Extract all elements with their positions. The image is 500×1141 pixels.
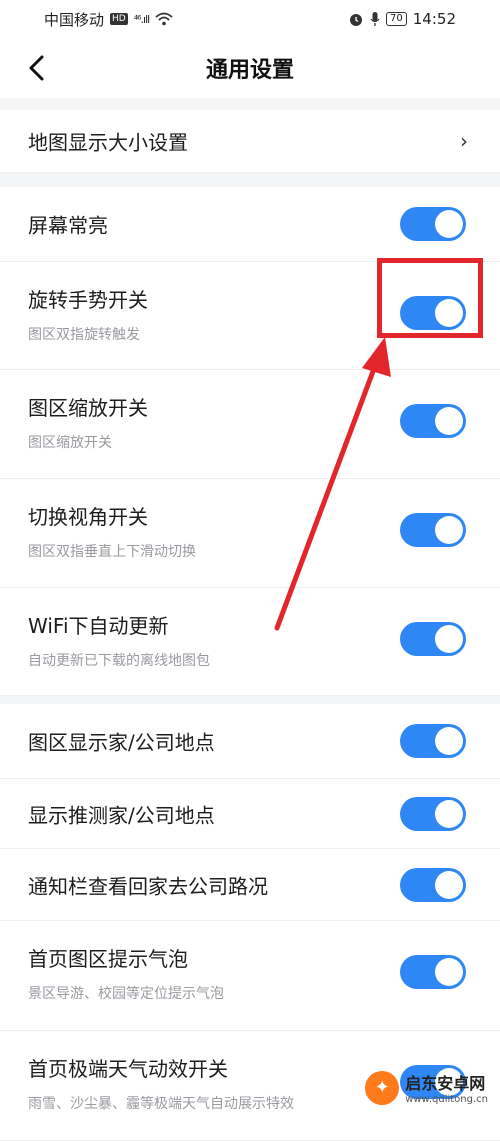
zoom-toggle[interactable] bbox=[400, 404, 466, 438]
view-angle-row: 切换视角开关 图区双指垂直上下滑动切换 bbox=[0, 479, 500, 588]
alarm-icon bbox=[350, 14, 363, 26]
setting-label: 屏幕常亮 bbox=[28, 213, 108, 238]
wifi-auto-update-toggle[interactable] bbox=[400, 622, 466, 656]
setting-label: 显示推测家/公司地点 bbox=[28, 803, 215, 827]
setting-description: 图区双指垂直上下滑动切换 bbox=[28, 544, 196, 560]
zoom-row: 图区缩放开关 图区缩放开关 bbox=[0, 370, 500, 479]
home-bubble-toggle[interactable] bbox=[400, 955, 466, 989]
chevron-right-icon: › bbox=[460, 129, 468, 153]
setting-description: 图区缩放开关 bbox=[28, 435, 112, 451]
notification-traffic-toggle[interactable] bbox=[400, 867, 466, 902]
nav-header: 通用设置 bbox=[0, 38, 500, 99]
setting-label: 通知栏查看回家去公司路况 bbox=[28, 874, 268, 898]
page-title: 通用设置 bbox=[205, 58, 294, 83]
map-size-setting-row[interactable]: 地图显示大小设置 › bbox=[0, 110, 500, 173]
show-home-company-row: 图区显示家/公司地点 bbox=[0, 704, 500, 779]
watermark-url: www.qdlitong.cn bbox=[405, 1094, 488, 1105]
setting-label: 切换视角开关 bbox=[28, 505, 148, 529]
wifi-auto-update-row: WiFi下自动更新 自动更新已下载的离线地图包 bbox=[0, 588, 500, 696]
notification-traffic-row: 通知栏查看回家去公司路况 bbox=[0, 849, 500, 921]
watermark-title: 启东安卓网 bbox=[405, 1074, 486, 1093]
highlight-box bbox=[377, 258, 483, 338]
home-bubble-row: 首页图区提示气泡 景区导游、校园等定位提示气泡 bbox=[0, 921, 500, 1031]
carrier-label: 中国移动 bbox=[44, 10, 105, 29]
wifi-icon bbox=[155, 12, 173, 26]
signal-icon: ⁴⁶.ıll bbox=[133, 12, 151, 26]
screen-always-on-toggle[interactable] bbox=[400, 207, 466, 241]
map-size-label: 地图显示大小设置 bbox=[28, 130, 188, 155]
setting-label: 旋转手势开关 bbox=[28, 288, 148, 312]
hd-icon: HD bbox=[110, 13, 128, 25]
clock: 14:52 bbox=[412, 10, 456, 28]
setting-label: 首页图区提示气泡 bbox=[28, 947, 188, 971]
status-bar: 中国移动 HD ⁴⁶.ıll 70 14:52 bbox=[0, 0, 500, 38]
mic-icon bbox=[370, 12, 380, 26]
setting-label: 图区缩放开关 bbox=[28, 396, 148, 420]
setting-description: 雨雪、沙尘暴、霾等极端天气自动展示特效 bbox=[28, 1096, 294, 1112]
screen-always-on-row: 屏幕常亮 bbox=[0, 187, 500, 262]
watermark-logo-icon: ✦ bbox=[365, 1070, 400, 1105]
setting-label: 首页极端天气动效开关 bbox=[28, 1057, 228, 1081]
setting-description: 景区导游、校园等定位提示气泡 bbox=[28, 986, 224, 1002]
view-angle-toggle[interactable] bbox=[400, 513, 466, 547]
back-arrow-icon[interactable] bbox=[24, 53, 50, 83]
settings-list: 地图显示大小设置 › 屏幕常亮 旋转手势开关 图区双指旋转触发 图区缩放开关 图… bbox=[0, 98, 500, 1141]
guess-home-company-row: 显示推测家/公司地点 bbox=[0, 779, 500, 849]
setting-description: 图区双指旋转触发 bbox=[28, 327, 140, 343]
guess-home-company-toggle[interactable] bbox=[400, 796, 466, 831]
watermark: ✦ 启东安卓网 www.qdlitong.cn bbox=[365, 1070, 488, 1105]
setting-description: 自动更新已下载的离线地图包 bbox=[28, 653, 210, 669]
battery-icon: 70 bbox=[386, 12, 407, 26]
show-home-company-toggle[interactable] bbox=[400, 724, 466, 758]
setting-label: 图区显示家/公司地点 bbox=[28, 730, 215, 755]
setting-label: WiFi下自动更新 bbox=[28, 614, 169, 638]
